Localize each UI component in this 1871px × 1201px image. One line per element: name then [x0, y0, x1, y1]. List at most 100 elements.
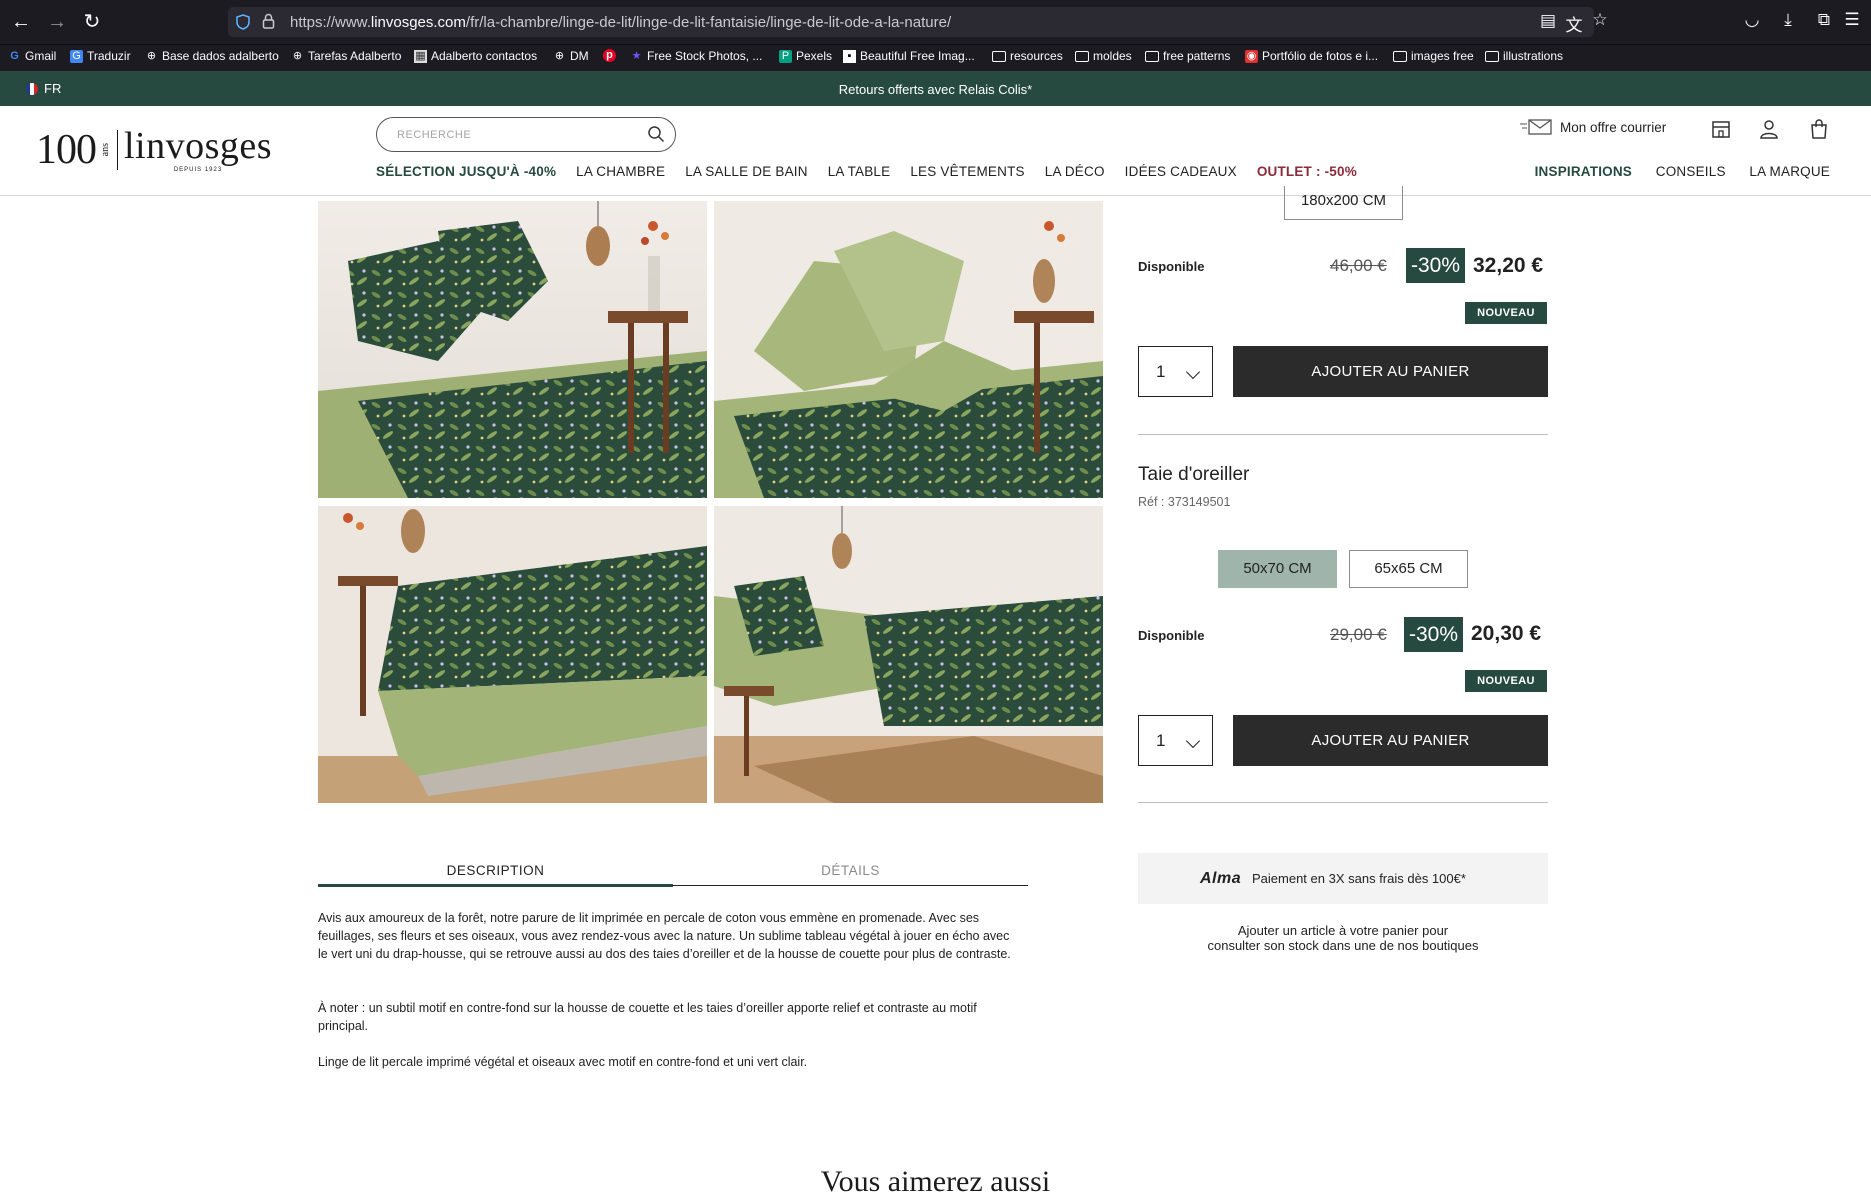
- new-badge-2: NOUVEAU: [1465, 670, 1547, 692]
- nav-la-chambre[interactable]: LA CHAMBRE: [576, 164, 665, 179]
- nav-idees-cadeaux[interactable]: IDÉES CADEAUX: [1125, 164, 1237, 179]
- bookmark-dm[interactable]: ⊕ DM: [553, 49, 589, 63]
- logo-wordmark: linvosges DEPUIS 1923: [124, 127, 272, 173]
- nav-les-vetements[interactable]: LES VÊTEMENTS: [910, 164, 1024, 179]
- add-to-cart-button-1[interactable]: AJOUTER AU PANIER: [1233, 346, 1548, 397]
- old-price-1: 46,00 €: [1330, 256, 1387, 275]
- nav-la-table[interactable]: LA TABLE: [828, 164, 891, 179]
- lock-icon: [262, 13, 275, 29]
- nav-outlet[interactable]: OUTLET : -50%: [1257, 164, 1357, 179]
- nav-conseils[interactable]: CONSEILS: [1656, 164, 1726, 179]
- quantity-select-2[interactable]: 1: [1138, 715, 1213, 766]
- price-2: 20,30 €: [1471, 622, 1542, 645]
- description-paragraph-2: À noter : un subtil motif en contre-fond…: [318, 1001, 977, 1033]
- pexels-icon: P: [779, 49, 792, 63]
- quantity-value: 1: [1156, 731, 1166, 750]
- stock-text-line-2: consulter son stock dans une de nos bout…: [1207, 938, 1479, 953]
- menu-icon[interactable]: ☰: [1840, 10, 1864, 30]
- nav-selection[interactable]: SÉLECTION JUSQU'À -40%: [376, 164, 556, 179]
- google-icon: G: [10, 49, 19, 62]
- new-badge-1: NOUVEAU: [1465, 302, 1547, 324]
- bookmark-free-patterns[interactable]: free patterns: [1145, 49, 1230, 63]
- globe-icon: ⊕: [146, 49, 157, 62]
- pinterest-icon: p: [603, 49, 616, 62]
- folder-icon: [1393, 50, 1407, 62]
- reader-view-icon[interactable]: ▤: [1536, 11, 1560, 31]
- product-photo-4[interactable]: [714, 506, 1103, 803]
- envelope-icon: [1520, 119, 1552, 135]
- bookmark-free-stock[interactable]: ★ Free Stock Photos, ...: [630, 49, 763, 63]
- divider: [1138, 434, 1548, 435]
- extensions-icon[interactable]: ⧉: [1812, 10, 1836, 30]
- nav-la-salle-de-bain[interactable]: LA SALLE DE BAIN: [685, 164, 808, 179]
- bookmark-resources[interactable]: resources: [992, 49, 1063, 63]
- bookmark-pinterest[interactable]: p: [603, 49, 620, 62]
- size-option-50x70[interactable]: 50x70 CM: [1218, 550, 1337, 588]
- bookmark-portfolio[interactable]: ◉ Portfólio de fotos e i...: [1245, 49, 1378, 63]
- bookmark-images-free[interactable]: images free: [1393, 49, 1474, 63]
- size-option-180x200[interactable]: 180x200 CM: [1284, 186, 1403, 220]
- alma-text: Paiement en 3X sans frais dès 100€*: [1252, 871, 1466, 886]
- related-products-title: Vous aimerez aussi: [820, 1165, 1051, 1198]
- bedding-photo-illustration: [318, 201, 707, 498]
- forward-icon[interactable]: →: [44, 9, 70, 35]
- bookmark-traduzir[interactable]: G Traduzir: [70, 49, 131, 63]
- description-paragraph-1: Avis aux amoureux de la forêt, notre par…: [318, 911, 1011, 961]
- bookmark-moldes[interactable]: moldes: [1075, 49, 1132, 63]
- promo-text: Retours offerts avec Relais Colis*: [838, 82, 1033, 97]
- courrier-label: Mon offre courrier: [1560, 119, 1667, 135]
- tab-description[interactable]: DESCRIPTION: [318, 863, 673, 878]
- bookmark-tarefas[interactable]: ⊕ Tarefas Adalberto: [291, 49, 402, 63]
- logo-ans: ans: [100, 143, 111, 157]
- account-icon[interactable]: [1758, 118, 1780, 140]
- nav-la-deco[interactable]: LA DÉCO: [1045, 164, 1105, 179]
- url-bar[interactable]: https://www.linvosges.com/fr/la-chambre/…: [228, 7, 1608, 37]
- product-reference: Réf : 373149501: [1138, 495, 1231, 509]
- folder-icon: [1145, 50, 1159, 62]
- folder-icon: [1075, 50, 1089, 62]
- bookmark-contactos[interactable]: ▦ Adalberto contactos: [414, 49, 537, 63]
- logo-name: linvosges: [124, 125, 273, 167]
- store-icon[interactable]: [1710, 118, 1732, 140]
- bookmark-pexels[interactable]: P Pexels: [779, 49, 832, 63]
- stock-text-line-1: Ajouter un article à votre panier pour: [1237, 923, 1449, 938]
- back-icon[interactable]: ←: [8, 9, 34, 35]
- site-logo[interactable]: 100 ans linvosges DEPUIS 1923: [36, 126, 272, 174]
- bookmark-star-icon[interactable]: ☆: [1588, 10, 1612, 30]
- translate-icon[interactable]: 文: [1562, 11, 1586, 36]
- price-1: 32,20 €: [1473, 254, 1544, 277]
- nav-la-marque[interactable]: LA MARQUE: [1749, 164, 1830, 179]
- reload-icon[interactable]: ↻: [79, 9, 105, 35]
- logo-depuis: DEPUIS 1923: [173, 167, 223, 173]
- search-icon[interactable]: [647, 125, 665, 143]
- alma-logo: Alma: [1200, 870, 1242, 887]
- nav-inspirations[interactable]: INSPIRATIONS: [1535, 164, 1632, 179]
- pocket-icon[interactable]: ◡: [1740, 10, 1764, 30]
- unsplash-icon: ▪: [843, 49, 856, 63]
- courrier-link[interactable]: Mon offre courrier: [1520, 119, 1666, 135]
- folder-icon: [992, 50, 1006, 62]
- size-option-65x65[interactable]: 65x65 CM: [1349, 550, 1468, 588]
- product-photo-2[interactable]: [714, 201, 1103, 498]
- bookmark-beautiful-free[interactable]: ▪ Beautiful Free Imag...: [843, 49, 975, 63]
- bedding-photo-illustration: [318, 506, 707, 803]
- quantity-select-1[interactable]: 1: [1138, 346, 1213, 397]
- browser-toolbar: ← → ↻ https://www.linvosges.com/fr/la-ch…: [0, 0, 1871, 44]
- globe-icon: ⊕: [292, 49, 303, 62]
- tab-details[interactable]: DÉTAILS: [673, 863, 1028, 878]
- add-to-cart-button-2[interactable]: AJOUTER AU PANIER: [1233, 715, 1548, 766]
- discount-badge-2: -30%: [1404, 617, 1463, 652]
- product-photo-1[interactable]: [318, 201, 707, 498]
- search-input[interactable]: RECHERCHE: [376, 117, 676, 152]
- cart-icon[interactable]: [1808, 118, 1830, 140]
- description-paragraph-3: Linge de lit percale imprimé végétal et …: [318, 1055, 808, 1069]
- portfolio-icon: ◉: [1245, 49, 1258, 63]
- translate-icon: G: [70, 49, 83, 63]
- download-icon[interactable]: ⤓: [1776, 10, 1800, 30]
- product-photo-3[interactable]: [318, 506, 707, 803]
- main-nav: SÉLECTION JUSQU'À -40% LA CHAMBRE LA SAL…: [376, 164, 1377, 179]
- bookmark-base-dados[interactable]: ⊕ Base dados adalberto: [145, 49, 279, 63]
- bookmark-gmail[interactable]: G Gmail: [8, 49, 56, 63]
- bookmark-illustrations[interactable]: illustrations: [1485, 49, 1563, 63]
- alma-payment-banner[interactable]: Alma Paiement en 3X sans frais dès 100€*: [1138, 853, 1548, 904]
